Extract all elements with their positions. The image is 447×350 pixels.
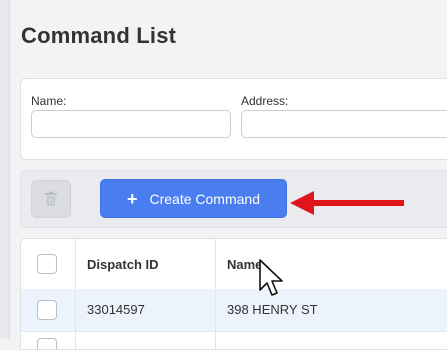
table-header-row: Dispatch ID Name xyxy=(21,239,447,290)
plus-icon: + xyxy=(126,188,138,209)
name-filter-label: Name: xyxy=(31,94,67,108)
create-command-label: Create Command xyxy=(149,190,261,207)
name-filter-input[interactable] xyxy=(31,110,231,138)
trash-icon xyxy=(45,191,57,206)
page-title: Command List xyxy=(21,23,177,48)
row-checkbox-partial[interactable] xyxy=(37,338,57,349)
row-name: 398 HENRY ST xyxy=(227,302,318,317)
delete-button[interactable] xyxy=(31,180,71,218)
filter-panel: Name: Address: xyxy=(20,78,447,160)
select-all-checkbox[interactable] xyxy=(37,254,57,274)
table-row-partial xyxy=(21,332,447,349)
table-row[interactable]: 33014597 398 HENRY ST xyxy=(21,289,447,332)
red-arrow-annotation xyxy=(290,191,404,215)
mouse-cursor-icon xyxy=(259,259,283,296)
row-dispatch-id: 33014597 xyxy=(87,302,145,317)
left-sidebar-edge xyxy=(0,0,10,339)
address-filter-label: Address: xyxy=(241,94,289,108)
header-dispatch-id[interactable]: Dispatch ID xyxy=(87,257,159,272)
create-command-button[interactable]: + Create Command xyxy=(100,179,287,218)
row-checkbox[interactable] xyxy=(37,300,57,320)
column-divider xyxy=(75,239,76,349)
column-divider xyxy=(215,239,216,349)
command-table: Dispatch ID Name 33014597 398 HENRY ST xyxy=(20,238,447,350)
address-filter-input[interactable] xyxy=(241,110,447,138)
